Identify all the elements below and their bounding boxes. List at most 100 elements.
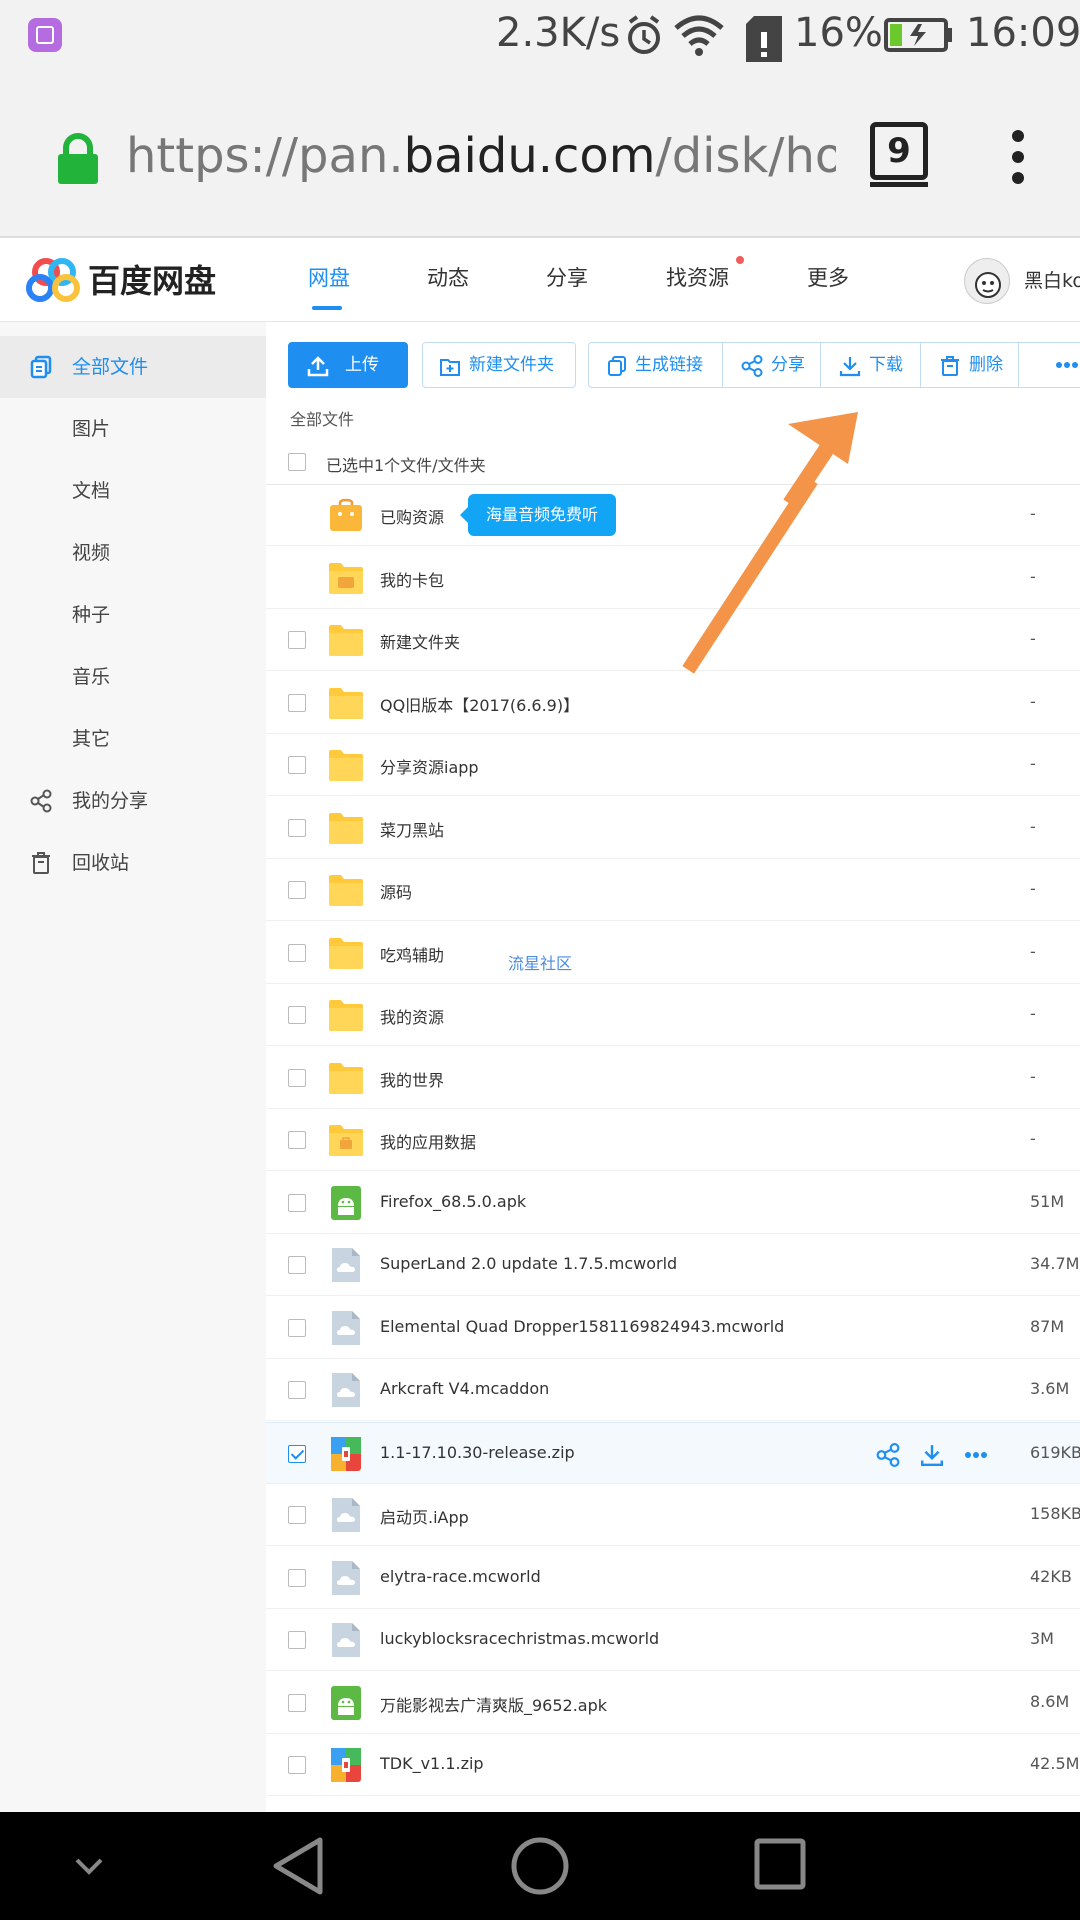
share-button[interactable]: 分享 (723, 343, 821, 387)
row-checkbox[interactable] (288, 1256, 306, 1274)
file-name[interactable]: Elemental Quad Dropper1581169824943.mcwo… (380, 1317, 784, 1336)
home-icon[interactable] (510, 1836, 570, 1896)
file-row[interactable]: SuperLand 2.0 update 1.7.5.mcworld 34.7M (266, 1234, 1080, 1296)
back-icon[interactable] (270, 1836, 326, 1896)
upload-button[interactable]: 上传 (288, 342, 408, 388)
file-row[interactable]: 菜刀黑站 - (266, 797, 1080, 859)
row-more-icon[interactable] (964, 1451, 988, 1459)
sidebar-item-torrents[interactable]: 种子 (0, 584, 266, 646)
row-checkbox[interactable] (288, 1693, 306, 1712)
row-download-icon[interactable] (920, 1443, 944, 1467)
file-row[interactable]: luckyblocksracechristmas.mcworld 3M (266, 1609, 1080, 1671)
file-row[interactable]: elytra-race.mcworld 42KB (266, 1547, 1080, 1609)
user-name[interactable]: 黑白ko (1024, 266, 1080, 293)
row-checkbox[interactable] (288, 943, 306, 962)
file-name[interactable]: 启动页.iApp (380, 1504, 469, 1528)
row-share-icon[interactable] (876, 1442, 900, 1467)
row-checkbox[interactable] (288, 1568, 306, 1587)
file-name[interactable]: Firefox_68.5.0.apk (380, 1192, 526, 1211)
more-actions-button[interactable] (1019, 343, 1080, 387)
sidebar-item-music[interactable]: 音乐 (0, 646, 266, 708)
file-name[interactable]: 菜刀黑站 (380, 817, 444, 841)
file-name[interactable]: Arkcraft V4.mcaddon (380, 1379, 549, 1398)
row-checkbox[interactable] (288, 1506, 306, 1524)
file-row[interactable]: Firefox_68.5.0.apk 51M (266, 1172, 1080, 1234)
url-field[interactable]: https://pan.baidu.com/disk/home (126, 128, 836, 184)
nav-activity[interactable]: 动态 (427, 262, 469, 292)
file-row[interactable]: 吃鸡辅助 - (266, 922, 1080, 984)
unknown-file-icon (328, 1310, 364, 1345)
file-name[interactable]: 新建文件夹 (380, 629, 460, 653)
file-name[interactable]: 已购资源 (380, 504, 444, 528)
recents-icon[interactable] (754, 1838, 806, 1890)
file-name[interactable]: 万能影视去广清爽版_9652.apk (380, 1692, 607, 1716)
sidebar-item-videos[interactable]: 视频 (0, 522, 266, 584)
file-row[interactable]: 我的世界 - (266, 1047, 1080, 1109)
file-name[interactable]: luckyblocksracechristmas.mcworld (380, 1629, 659, 1648)
row-checkbox[interactable] (288, 756, 306, 774)
file-row[interactable]: Elemental Quad Dropper1581169824943.mcwo… (266, 1297, 1080, 1359)
sidebar-item-other[interactable]: 其它 (0, 708, 266, 770)
sidebar-item-recycle-bin[interactable]: 回收站 (0, 832, 266, 894)
file-name[interactable]: 我的应用数据 (380, 1129, 476, 1153)
file-row[interactable]: 我的资源 - (266, 984, 1080, 1046)
sidebar-item-images[interactable]: 图片 (0, 398, 266, 460)
more-menu-icon[interactable] (1008, 130, 1028, 184)
file-row[interactable]: TDK_v1.1.zip 42.5M (266, 1734, 1080, 1796)
file-name[interactable]: TDK_v1.1.zip (380, 1754, 484, 1773)
row-checkbox[interactable] (288, 1381, 306, 1399)
file-row[interactable]: 1.1-17.10.30-release.zip 619KB (266, 1421, 1080, 1484)
file-name[interactable]: 我的卡包 (380, 567, 444, 591)
file-name[interactable]: SuperLand 2.0 update 1.7.5.mcworld (380, 1254, 677, 1273)
file-row[interactable]: 万能影视去广清爽版_9652.apk 8.6M (266, 1672, 1080, 1734)
row-checkbox[interactable] (288, 881, 306, 899)
sidebar-item-all-files[interactable]: 全部文件 (0, 336, 266, 398)
file-row[interactable]: 新建文件夹 - (266, 609, 1080, 671)
logo-text[interactable]: 百度网盘 (88, 256, 216, 302)
row-checkbox[interactable] (288, 1193, 306, 1212)
row-checkbox[interactable] (288, 1131, 306, 1149)
download-button[interactable]: 下载 (821, 343, 921, 387)
breadcrumb[interactable]: 全部文件 (290, 406, 354, 430)
row-checkbox[interactable] (288, 1006, 306, 1024)
file-row[interactable]: 启动页.iApp 158KB (266, 1484, 1080, 1546)
generate-link-button[interactable]: 生成链接 (589, 343, 723, 387)
file-row[interactable]: 我的应用数据 - (266, 1109, 1080, 1171)
nav-netdisk[interactable]: 网盘 (308, 262, 350, 292)
row-checkbox[interactable] (288, 1318, 306, 1337)
file-row[interactable]: Arkcraft V4.mcaddon 3.6M (266, 1359, 1080, 1421)
file-name[interactable]: 吃鸡辅助 (380, 942, 444, 966)
file-name[interactable]: 1.1-17.10.30-release.zip (380, 1443, 575, 1462)
row-checkbox[interactable] (288, 1068, 306, 1087)
file-name[interactable]: 我的世界 (380, 1067, 444, 1091)
avatar[interactable] (964, 258, 1010, 304)
file-name[interactable]: 我的资源 (380, 1004, 444, 1028)
file-name[interactable]: 分享资源iapp (380, 754, 479, 778)
file-row[interactable]: 已购资源 - (266, 484, 1080, 546)
row-checkbox[interactable] (288, 1444, 306, 1463)
chevron-down-icon[interactable] (74, 1856, 104, 1876)
sidebar-item-my-shares[interactable]: 我的分享 (0, 770, 266, 832)
nav-share[interactable]: 分享 (546, 262, 588, 292)
promo-tooltip[interactable]: 海量音频免费听 (459, 494, 617, 536)
row-checkbox[interactable] (288, 693, 306, 712)
new-folder-button[interactable]: 新建文件夹 (422, 342, 576, 388)
file-row[interactable]: 源码 - (266, 859, 1080, 921)
file-name[interactable]: 源码 (380, 879, 412, 903)
file-row[interactable]: 我的卡包 - (266, 547, 1080, 609)
row-checkbox[interactable] (288, 1631, 306, 1649)
baidu-netdisk-logo-icon[interactable] (26, 256, 82, 304)
file-name[interactable]: QQ旧版本【2017(6.6.9)】 (380, 692, 579, 716)
file-row[interactable]: QQ旧版本【2017(6.6.9)】 - (266, 672, 1080, 734)
file-row[interactable]: 分享资源iapp - (266, 734, 1080, 796)
row-checkbox[interactable] (288, 631, 306, 649)
file-name[interactable]: elytra-race.mcworld (380, 1567, 541, 1586)
sidebar-item-documents[interactable]: 文档 (0, 460, 266, 522)
select-all-checkbox[interactable] (288, 453, 306, 471)
delete-button[interactable]: 删除 (921, 343, 1019, 387)
nav-find-resources[interactable]: 找资源 (666, 262, 729, 292)
tab-switcher-button[interactable]: 9 (870, 122, 928, 187)
nav-more[interactable]: 更多 (807, 262, 849, 292)
row-checkbox[interactable] (288, 1756, 306, 1774)
row-checkbox[interactable] (288, 818, 306, 837)
